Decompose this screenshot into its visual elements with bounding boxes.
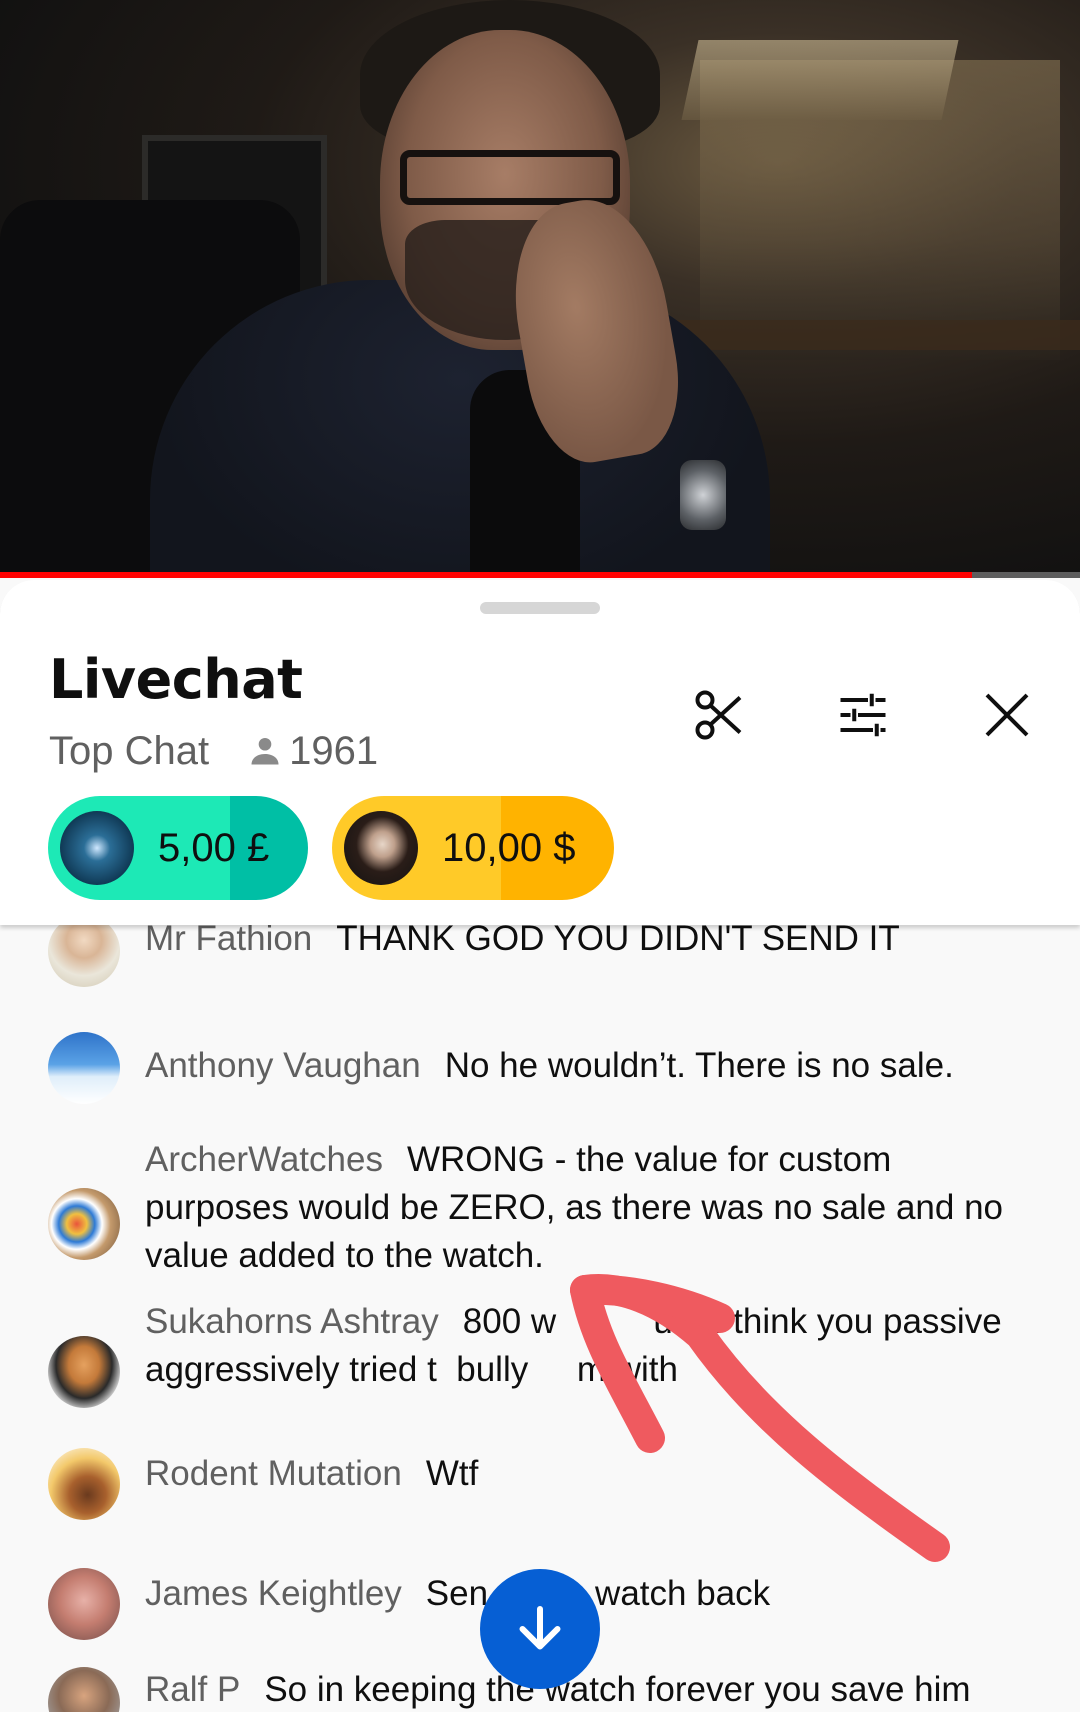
message-text: Sen watch back bbox=[425, 1574, 771, 1613]
user-avatar[interactable] bbox=[48, 925, 120, 987]
super-chat-chip[interactable]: 5,00 £ bbox=[48, 796, 308, 900]
donor-avatar bbox=[60, 811, 134, 885]
message-author[interactable]: Mr Fathion bbox=[145, 925, 312, 958]
range-hood bbox=[681, 40, 959, 120]
clip-button[interactable] bbox=[680, 675, 760, 755]
message-text: No he wouldn’t. There is no sale. bbox=[444, 1046, 954, 1085]
message-author[interactable]: James Keightley bbox=[145, 1574, 402, 1613]
scissors-icon bbox=[695, 690, 742, 740]
close-chat-button[interactable] bbox=[967, 675, 1047, 755]
super-chat-chip[interactable]: 10,00 $ bbox=[332, 796, 614, 900]
scroll-to-latest-button[interactable] bbox=[480, 1569, 600, 1689]
chat-filter-button[interactable] bbox=[823, 675, 903, 755]
message-author[interactable]: Anthony Vaughan bbox=[145, 1046, 421, 1085]
super-chat-amount: 10,00 $ bbox=[442, 826, 576, 870]
chat-title: Livechat bbox=[49, 648, 303, 711]
filter-sliders-icon bbox=[840, 693, 886, 737]
message-author[interactable]: Rodent Mutation bbox=[145, 1454, 402, 1493]
user-avatar[interactable] bbox=[48, 1188, 120, 1260]
person-glasses bbox=[400, 150, 620, 205]
user-avatar[interactable] bbox=[48, 1448, 120, 1520]
message-author[interactable]: Sukahorns Ashtray bbox=[145, 1302, 439, 1341]
message-text: So in keeping the watch forever you save… bbox=[264, 1670, 971, 1709]
drag-handle[interactable] bbox=[480, 602, 600, 614]
super-chat-amount: 5,00 £ bbox=[158, 826, 270, 870]
user-avatar[interactable] bbox=[48, 1032, 120, 1104]
message-text: Wtf bbox=[425, 1454, 479, 1493]
wristwatch bbox=[680, 460, 726, 530]
live-chat-panel: Livechat Top Chat 1961 5,00 £ 10,00 $ Mr… bbox=[0, 580, 1080, 1712]
video-progress-bar[interactable] bbox=[0, 572, 1080, 578]
donor-avatar bbox=[344, 811, 418, 885]
chat-mode-row: Top Chat 1961 bbox=[49, 726, 378, 776]
message-author[interactable]: Ralf P bbox=[145, 1670, 240, 1709]
chat-mode-selector[interactable]: Top Chat bbox=[49, 729, 209, 774]
viewer-count: 1961 bbox=[289, 728, 379, 773]
message-text: THANK GOD YOU DIDN'T SEND IT bbox=[336, 925, 900, 958]
message-author[interactable]: ArcherWatches bbox=[145, 1140, 383, 1179]
person-icon bbox=[247, 733, 283, 769]
user-avatar[interactable] bbox=[48, 1667, 120, 1712]
arrow-down-icon bbox=[519, 1606, 561, 1650]
video-progress-fill bbox=[0, 572, 972, 578]
close-icon bbox=[985, 693, 1029, 737]
user-avatar[interactable] bbox=[48, 1336, 120, 1408]
chat-header: Livechat Top Chat 1961 5,00 £ 10,00 $ bbox=[0, 580, 1080, 925]
video-player[interactable] bbox=[0, 0, 1080, 578]
user-avatar[interactable] bbox=[48, 1568, 120, 1640]
